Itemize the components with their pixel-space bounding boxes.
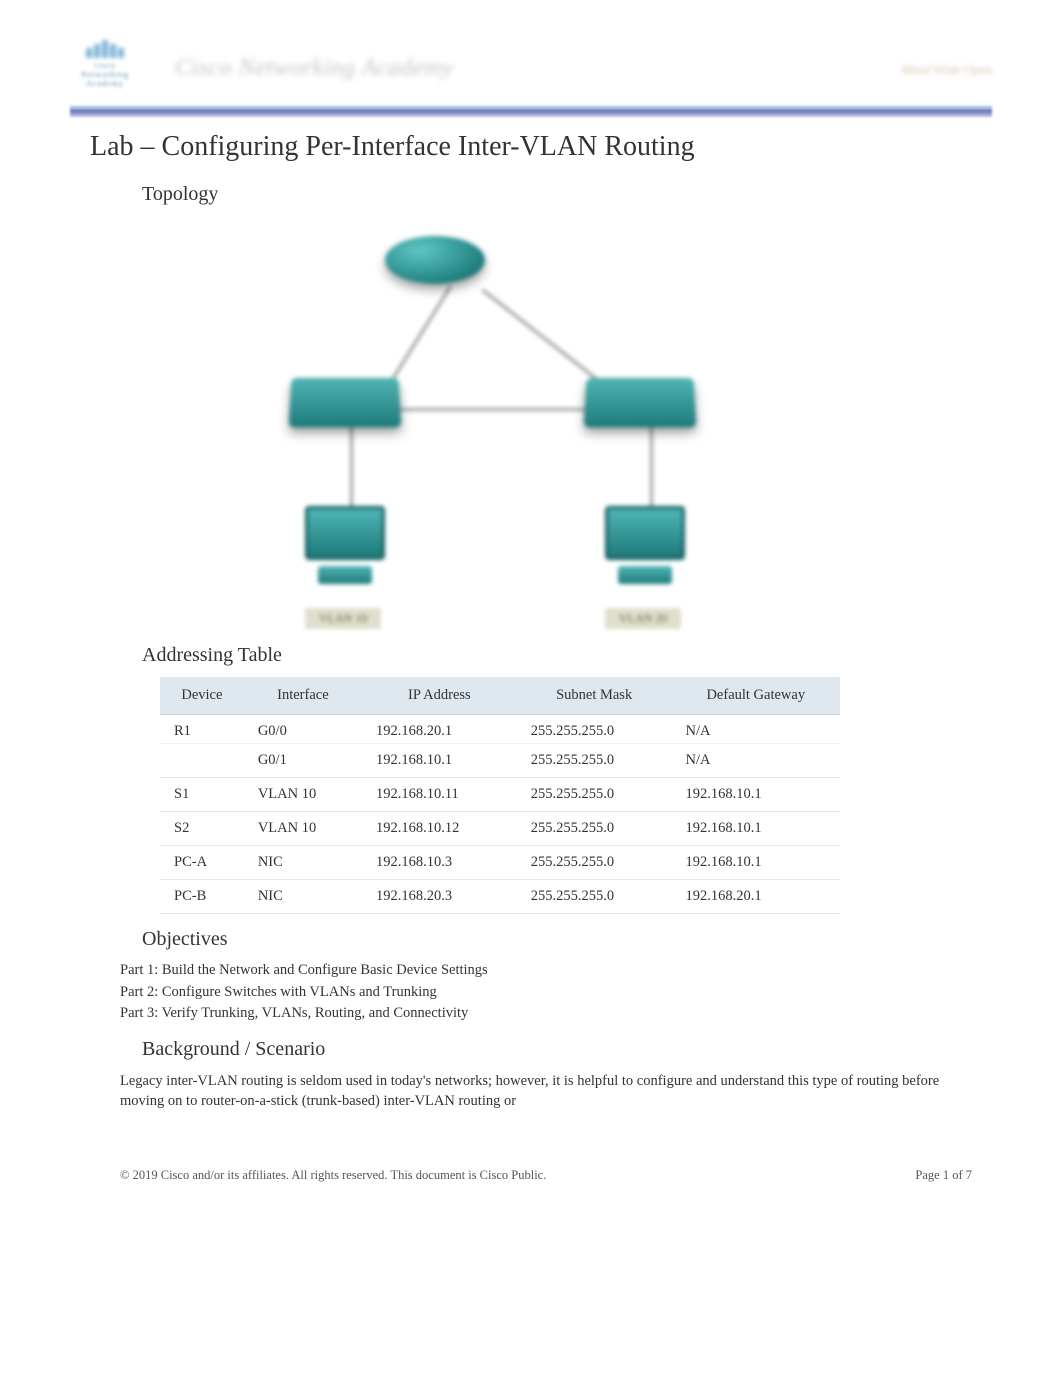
table-row: PC-A NIC 192.168.10.3 255.255.255.0 192.…: [160, 846, 840, 880]
cell: 192.168.20.3: [362, 880, 517, 914]
pc-icon: [305, 506, 385, 588]
cable: [650, 421, 653, 511]
footer-page: Page 1 of 7: [915, 1168, 972, 1183]
cable: [391, 286, 452, 381]
vlan-label-right: VLAN 20: [605, 608, 681, 629]
logo-subtext: Networking Academy: [70, 70, 140, 88]
page-title: Lab – Configuring Per-Interface Inter-VL…: [90, 131, 992, 163]
cell: 192.168.10.3: [362, 846, 517, 880]
cell: PC-B: [160, 880, 244, 914]
cell: 192.168.10.1: [672, 778, 840, 812]
cell: 255.255.255.0: [517, 778, 672, 812]
th-mask: Subnet Mask: [517, 677, 672, 715]
cell: NIC: [244, 846, 362, 880]
header-center: Cisco Networking Academy: [175, 55, 453, 82]
cell: 255.255.255.0: [517, 744, 672, 778]
cell: 255.255.255.0: [517, 812, 672, 846]
cell: N/A: [672, 744, 840, 778]
addressing-table: Device Interface IP Address Subnet Mask …: [160, 677, 840, 914]
cell: [160, 744, 244, 778]
objective-part2: Part 2: Configure Switches with VLANs an…: [120, 983, 972, 1003]
table-row: G0/1 192.168.10.1 255.255.255.0 N/A: [160, 744, 840, 778]
section-topology: Topology: [142, 183, 992, 206]
cell: VLAN 10: [244, 778, 362, 812]
footer-copyright: © 2019 Cisco and/or its affiliates. All …: [120, 1168, 546, 1183]
th-gateway: Default Gateway: [672, 677, 840, 715]
section-background: Background / Scenario: [142, 1038, 992, 1061]
vlan-label-left: VLAN 10: [305, 608, 381, 629]
cell: VLAN 10: [244, 812, 362, 846]
switch-icon: [583, 378, 696, 427]
cable: [481, 289, 601, 384]
cell: 192.168.20.1: [362, 715, 517, 744]
cell: 192.168.10.1: [362, 744, 517, 778]
cell: 255.255.255.0: [517, 846, 672, 880]
section-addressing: Addressing Table: [142, 644, 992, 667]
table-header-row: Device Interface IP Address Subnet Mask …: [160, 677, 840, 715]
table-row: S2 VLAN 10 192.168.10.12 255.255.255.0 1…: [160, 812, 840, 846]
section-objectives: Objectives: [142, 928, 992, 951]
cell: 255.255.255.0: [517, 715, 672, 744]
th-ip: IP Address: [362, 677, 517, 715]
cell: NIC: [244, 880, 362, 914]
header-tagline: Mind Wide Open: [902, 62, 992, 78]
table-row: PC-B NIC 192.168.20.3 255.255.255.0 192.…: [160, 880, 840, 914]
cell: 192.168.10.1: [672, 812, 840, 846]
logo-text: cisco: [70, 61, 140, 70]
cisco-logo-icon: cisco Networking Academy: [70, 40, 140, 90]
cell: 192.168.10.1: [672, 846, 840, 880]
objective-part3: Part 3: Verify Trunking, VLANs, Routing,…: [120, 1004, 972, 1024]
cell: N/A: [672, 715, 840, 744]
router-icon: [385, 236, 485, 284]
pc-icon: [605, 506, 685, 588]
cell: 192.168.10.11: [362, 778, 517, 812]
switch-icon: [288, 378, 401, 427]
cell: S2: [160, 812, 244, 846]
th-device: Device: [160, 677, 244, 715]
cell: 192.168.20.1: [672, 880, 840, 914]
header: cisco Networking Academy Cisco Networkin…: [70, 40, 992, 100]
topology-diagram: VLAN 10 VLAN 20: [230, 216, 750, 626]
cable: [390, 408, 590, 411]
background-paragraph: Legacy inter-VLAN routing is seldom used…: [120, 1071, 972, 1112]
divider-purple: [70, 109, 992, 117]
cell: PC-A: [160, 846, 244, 880]
cell: S1: [160, 778, 244, 812]
cell: 255.255.255.0: [517, 880, 672, 914]
cell: G0/1: [244, 744, 362, 778]
cell: 192.168.10.12: [362, 812, 517, 846]
cell: R1: [160, 715, 244, 744]
cable: [350, 421, 353, 511]
th-interface: Interface: [244, 677, 362, 715]
footer: © 2019 Cisco and/or its affiliates. All …: [70, 1168, 992, 1183]
table-row: S1 VLAN 10 192.168.10.11 255.255.255.0 1…: [160, 778, 840, 812]
objective-part1: Part 1: Build the Network and Configure …: [120, 961, 972, 981]
table-row: R1 G0/0 192.168.20.1 255.255.255.0 N/A: [160, 715, 840, 744]
cell: G0/0: [244, 715, 362, 744]
